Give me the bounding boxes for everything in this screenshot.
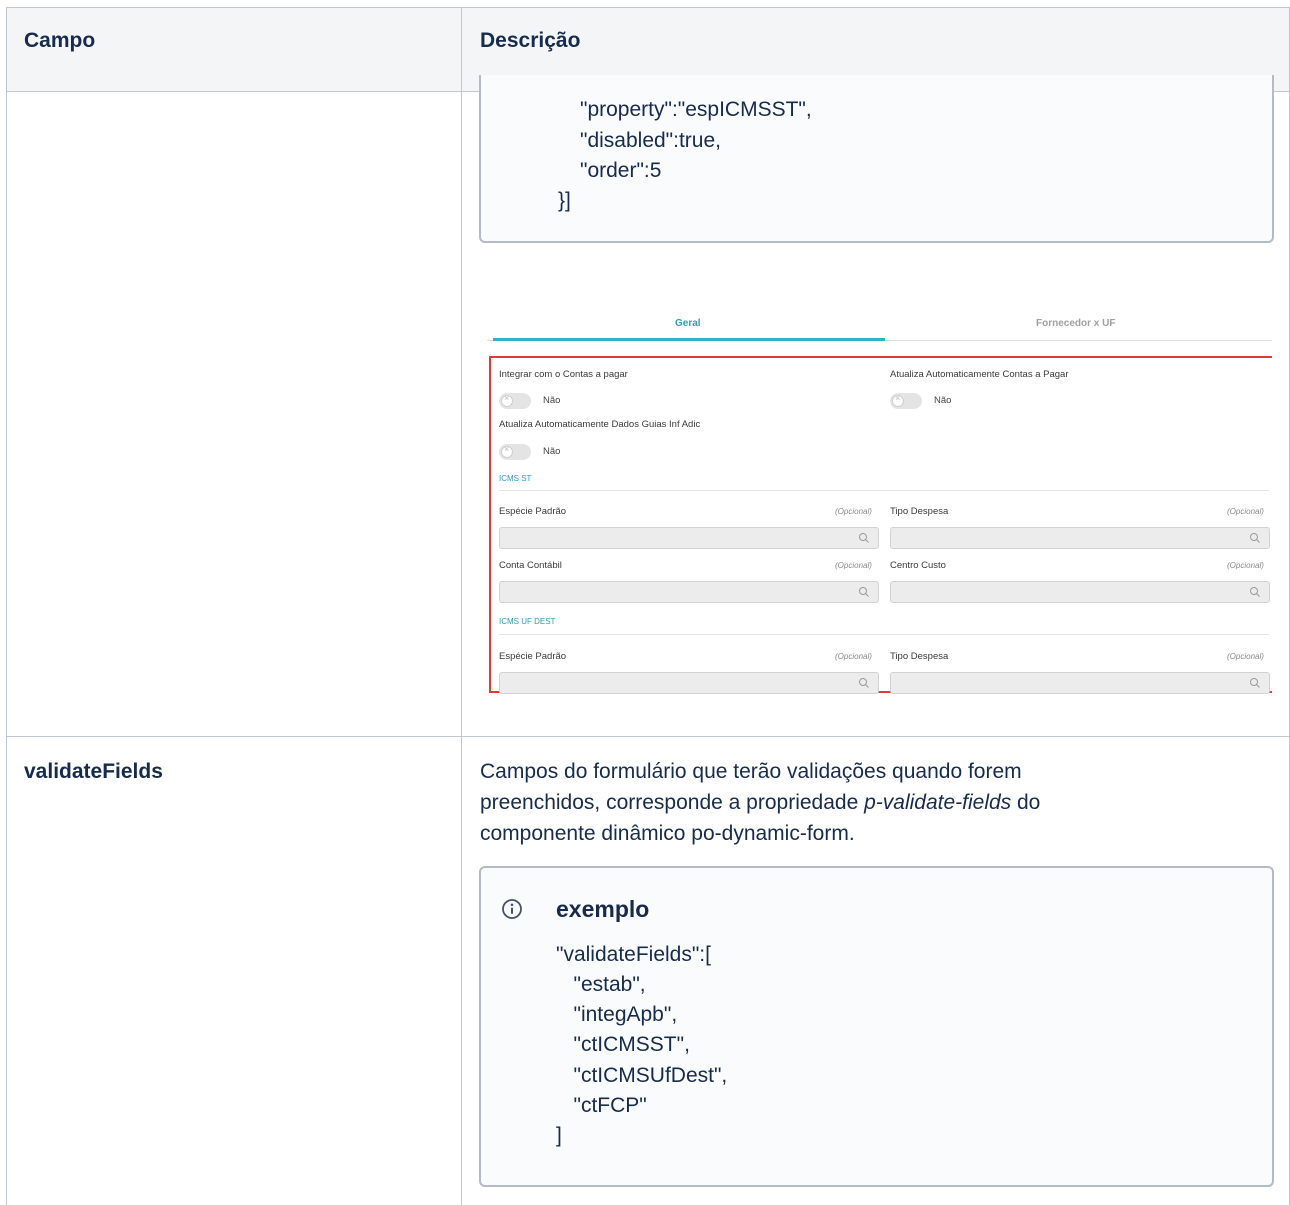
search-icon (859, 587, 869, 597)
field-label: Centro Custo (890, 560, 946, 571)
search-icon (1250, 533, 1260, 543)
optional-label: (Opcional) (1227, 561, 1264, 570)
tab-fornecedor-uf: Fornecedor x UF (1036, 318, 1116, 329)
code-line: }] (558, 189, 571, 212)
field-description: Campos do formulário que terão validaçõe… (480, 760, 1041, 845)
toggle-switch (499, 444, 531, 460)
search-icon (1250, 678, 1260, 688)
toggle-value: Não (934, 395, 952, 406)
toggle-value: Não (543, 395, 561, 406)
field-label: Conta Contábil (499, 560, 562, 571)
code-line: ] (556, 1124, 562, 1147)
toggle-label: Integrar com o Contas a pagar (499, 369, 628, 380)
active-tab-indicator (493, 338, 885, 341)
code-line: "ctICMSST", (556, 1033, 690, 1056)
toggle-value: Não (543, 446, 561, 457)
optional-label: (Opcional) (835, 561, 872, 570)
search-icon (859, 678, 869, 688)
code-line: "order":5 (580, 159, 662, 182)
code-line: "property":"espICMSST", (580, 98, 812, 121)
code-line: "integApb", (556, 1003, 678, 1026)
code-line: "ctICMSUfDest", (556, 1064, 728, 1087)
code-block: "property":"espICMSST", "disabled":true,… (479, 75, 1274, 243)
section-label: ICMS ST (499, 474, 532, 483)
search-icon (859, 533, 869, 543)
info-panel: exemplo "validateFields":[ "estab", "int… (479, 866, 1274, 1187)
toggle-label: Atualiza Automaticamente Dados Guias Inf… (499, 419, 701, 430)
section-label: ICMS UF DEST (499, 617, 556, 626)
header-descricao: Descrição (480, 29, 581, 52)
tab-geral: Geral (675, 318, 701, 329)
field-label: Espécie Padrão (499, 651, 567, 662)
especie-input (499, 672, 879, 694)
code-line: "disabled":true, (580, 129, 721, 152)
conta-input (499, 581, 879, 603)
especie-input (499, 527, 879, 549)
tipo-input (890, 527, 1270, 549)
toggle-switch (499, 393, 531, 409)
toggle-switch (890, 393, 922, 409)
optional-label: (Opcional) (1227, 507, 1264, 516)
field-label: Tipo Despesa (890, 651, 949, 662)
field-label: Tipo Despesa (890, 506, 949, 517)
highlight-box (489, 356, 1272, 693)
code-line: "validateFields":[ (556, 943, 711, 966)
search-icon (1250, 587, 1260, 597)
centro-input (890, 581, 1270, 603)
field-name: validateFields (24, 760, 163, 783)
tipo-input (890, 672, 1270, 694)
header-campo: Campo (24, 29, 96, 52)
optional-label: (Opcional) (1227, 652, 1264, 661)
info-icon (502, 899, 522, 919)
optional-label: (Opcional) (835, 652, 872, 661)
form-screenshot: Geral Fornecedor x UF Integrar com o Con… (481, 298, 1272, 698)
info-title: exemplo (556, 896, 650, 922)
code-line: "estab", (556, 973, 646, 996)
optional-label: (Opcional) (835, 507, 872, 516)
code-line: "ctFCP" (556, 1094, 647, 1117)
field-label: Espécie Padrão (499, 506, 567, 517)
toggle-label: Atualiza Automaticamente Contas a Pagar (890, 369, 1069, 380)
